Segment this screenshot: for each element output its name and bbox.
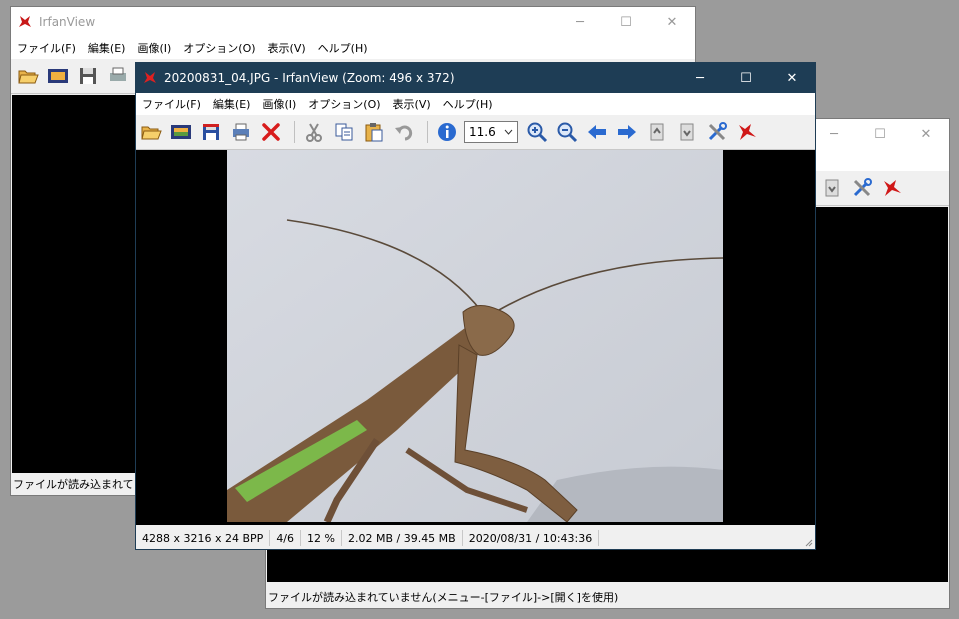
zoom-in-button[interactable] [524, 119, 550, 145]
toolbar-separator [294, 121, 295, 143]
filmstrip-icon [48, 69, 68, 83]
slideshow-button[interactable] [45, 63, 71, 89]
printer-icon [110, 67, 126, 81]
floppy-disk-icon [203, 124, 219, 140]
minimize-button[interactable]: ─ [811, 119, 857, 149]
zoom-value: 11.6 [469, 125, 496, 139]
tools-icon [853, 178, 872, 197]
status-bar: ファイルが読み込まれていません(メニュー-[ファイル]->[開く]を使用) [266, 586, 949, 608]
zoom-out-button[interactable] [554, 119, 580, 145]
undo-arrow-icon [395, 125, 413, 141]
main-window[interactable]: 20200831_04.JPG - IrfanView (Zoom: 496 x… [135, 62, 816, 550]
status-datetime: 2020/08/31 / 10:43:36 [463, 530, 600, 546]
cut-button[interactable] [301, 119, 327, 145]
maximize-button[interactable]: ☐ [603, 7, 649, 37]
paste-button[interactable] [361, 119, 387, 145]
maximize-button[interactable]: ☐ [723, 63, 769, 93]
copy-button[interactable] [331, 119, 357, 145]
mantis-photo [227, 150, 723, 522]
menu-file[interactable]: ファイル(F) [136, 96, 207, 112]
menu-view[interactable]: 表示(V) [262, 40, 312, 56]
info-icon [438, 123, 456, 141]
status-dimensions: 4288 x 3216 x 24 BPP [136, 530, 271, 546]
floppy-disk-icon [80, 68, 96, 84]
minimize-button[interactable]: ─ [677, 63, 723, 93]
page-down-icon [680, 123, 694, 141]
clipboard-icon [365, 123, 383, 142]
close-button[interactable]: ✕ [649, 7, 695, 37]
tools-icon [708, 122, 727, 141]
chevron-down-icon [504, 129, 513, 135]
zoom-in-icon [527, 122, 548, 143]
menu-options[interactable]: オプション(O) [302, 96, 386, 112]
previous-image-button[interactable] [584, 119, 610, 145]
open-button[interactable] [138, 119, 164, 145]
status-text: ファイルが読み込まれていません(メニュー-[ファイル]->[開く]を使用) [268, 591, 619, 604]
image-viewport[interactable] [136, 150, 815, 525]
next-image-button[interactable] [614, 119, 640, 145]
printer-icon [233, 123, 249, 141]
close-button[interactable]: ✕ [769, 63, 815, 93]
status-index: 4/6 [270, 530, 302, 546]
menu-edit[interactable]: 編集(E) [207, 96, 257, 112]
undo-button[interactable] [391, 119, 417, 145]
properties-button[interactable] [704, 119, 730, 145]
copy-icon [335, 123, 353, 141]
menu-view[interactable]: 表示(V) [387, 96, 437, 112]
save-button[interactable] [75, 63, 101, 89]
maximize-button[interactable]: ☐ [857, 119, 903, 149]
folder-open-icon [18, 70, 39, 84]
toolbar-separator [427, 121, 428, 143]
page-down-icon [825, 179, 839, 197]
menu-help[interactable]: ヘルプ(H) [312, 40, 374, 56]
close-button[interactable]: ✕ [903, 119, 949, 149]
about-button[interactable] [879, 175, 905, 201]
image-info-button[interactable] [434, 119, 460, 145]
irfanview-logo-icon [19, 16, 31, 27]
menu-image[interactable]: 画像(I) [256, 96, 302, 112]
status-filesize: 2.02 MB / 39.45 MB [342, 530, 463, 546]
menu-image[interactable]: 画像(I) [131, 40, 177, 56]
titlebar[interactable]: IrfanView ─ ☐ ✕ [11, 7, 695, 37]
arrow-right-icon [618, 125, 636, 139]
menu-file[interactable]: ファイル(F) [11, 40, 82, 56]
menu-edit[interactable]: 編集(E) [82, 40, 132, 56]
red-x-icon [262, 123, 280, 141]
next-folder-button[interactable] [819, 175, 845, 201]
window-title: 20200831_04.JPG - IrfanView (Zoom: 496 x… [164, 71, 455, 85]
slideshow-button[interactable] [168, 119, 194, 145]
minimize-button[interactable]: ─ [557, 7, 603, 37]
next-folder-button[interactable] [674, 119, 700, 145]
previous-folder-button[interactable] [644, 119, 670, 145]
window-title: IrfanView [39, 15, 96, 29]
folder-open-icon [141, 126, 162, 140]
filmstrip-icon [171, 125, 191, 139]
status-zoom: 12 % [301, 530, 342, 546]
irfanview-cat-icon [739, 124, 756, 140]
scissors-icon [306, 123, 322, 142]
menu-help[interactable]: ヘルプ(H) [437, 96, 499, 112]
arrow-left-icon [588, 125, 606, 139]
zoom-select[interactable]: 11.6 [464, 121, 518, 143]
irfanview-logo-icon [144, 72, 156, 83]
save-button[interactable] [198, 119, 224, 145]
resize-grip-icon[interactable] [803, 537, 813, 547]
toolbar: 11.6 [136, 115, 815, 150]
print-button[interactable] [105, 63, 131, 89]
menu-bar: ファイル(F) 編集(E) 画像(I) オプション(O) 表示(V) ヘルプ(H… [11, 37, 695, 59]
irfanview-cat-icon [884, 180, 901, 196]
zoom-out-icon [557, 122, 578, 143]
print-button[interactable] [228, 119, 254, 145]
about-button[interactable] [734, 119, 760, 145]
status-bar: 4288 x 3216 x 24 BPP 4/6 12 % 2.02 MB / … [136, 527, 815, 549]
menu-bar: ファイル(F) 編集(E) 画像(I) オプション(O) 表示(V) ヘルプ(H… [136, 93, 815, 115]
page-up-icon [650, 123, 664, 141]
menu-options[interactable]: オプション(O) [177, 40, 261, 56]
open-button[interactable] [15, 63, 41, 89]
delete-button[interactable] [258, 119, 284, 145]
properties-button[interactable] [849, 175, 875, 201]
titlebar[interactable]: 20200831_04.JPG - IrfanView (Zoom: 496 x… [136, 63, 815, 93]
